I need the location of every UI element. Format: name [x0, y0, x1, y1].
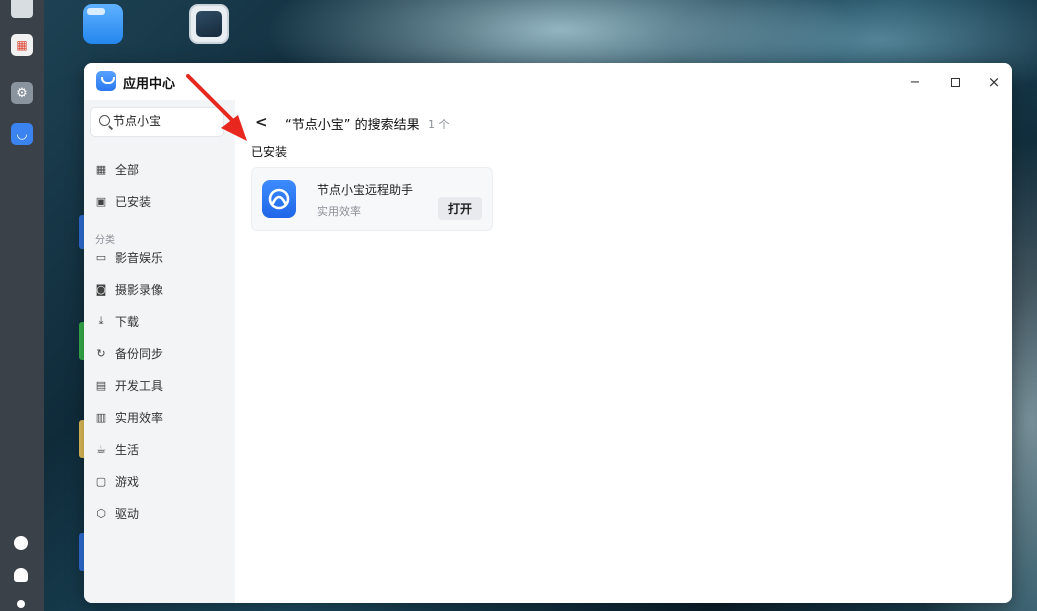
search-icon [99, 115, 110, 126]
download-icon: ⤓ [98, 314, 104, 327]
user-icon[interactable] [17, 600, 25, 608]
maximize-button[interactable] [945, 72, 965, 92]
node-logo-icon [268, 188, 290, 210]
app-center-logo-icon [96, 71, 116, 91]
sidebar-item-label: 影音娱乐 [115, 250, 164, 265]
driver-icon: ⬡ [96, 506, 106, 520]
app-center-icon[interactable]: ◡ [11, 123, 33, 145]
sidebar-item-label: 实用效率 [115, 410, 164, 425]
close-button[interactable]: × [984, 72, 1004, 92]
sidebar-item-label: 全部 [115, 162, 140, 177]
sidebar-item-all[interactable]: ▦ 全部 [95, 160, 139, 178]
sync-icon: ↻ [96, 346, 106, 360]
video-icon: ▭ [95, 250, 107, 264]
help-icon[interactable] [14, 536, 28, 550]
sidebar-item-label: 下载 [115, 314, 140, 329]
utility-icon: ▥ [95, 410, 107, 424]
sidebar-item-label: 备份同步 [115, 346, 164, 361]
sidebar-item-label: 生活 [115, 442, 140, 457]
sidebar-item-download[interactable]: ⤓ 下载 [95, 312, 139, 330]
grid-icon: ▦ [95, 162, 107, 176]
notification-bell-icon[interactable] [14, 568, 28, 582]
camera-icon: ◙ [95, 282, 107, 296]
sidebar-item-sync[interactable]: ↻ 备份同步 [95, 344, 163, 362]
search-result-title: “节点小宝” 的搜索结果 [285, 118, 420, 133]
dev-tools-icon: ▤ [95, 378, 107, 392]
sidebar-item-dev-tools[interactable]: ▤ 开发工具 [95, 376, 163, 394]
window-title: 应用中心 [123, 77, 176, 92]
open-button[interactable]: 打开 [438, 197, 482, 220]
apps-icon[interactable]: ▦ [11, 34, 33, 56]
resource-monitor-desktop-icon[interactable] [189, 4, 229, 44]
search-input[interactable] [113, 113, 213, 127]
sidebar-item-driver[interactable]: ⬡ 驱动 [95, 504, 139, 522]
title-bar: 应用中心 − × [84, 63, 1012, 100]
sidebar-item-camera[interactable]: ◙ 摄影录像 [95, 280, 163, 298]
sidebar-item-utility[interactable]: ▥ 实用效率 [95, 408, 163, 426]
sidebar-item-video[interactable]: ▭ 影音娱乐 [95, 248, 163, 266]
sidebar-item-label: 游戏 [115, 474, 140, 489]
app-name: 节点小宝远程助手 [317, 183, 414, 197]
dock: ▦ ⚙ ◡ [0, 0, 44, 611]
folder-desktop-icon[interactable] [83, 4, 123, 44]
back-button[interactable]: < [255, 113, 268, 131]
sidebar: ▦ 全部 ▣ 已安装 分类 ▭ 影音娱乐 ◙ 摄影录像 ⤓ 下载 ↻ 备份同步 … [84, 100, 235, 603]
sidebar-item-label: 驱动 [115, 506, 140, 521]
main-content: < “节点小宝” 的搜索结果 1 个 已安装 节点小宝远程助手 实用效率 打开 [235, 100, 1012, 603]
game-icon: ▢ [95, 474, 107, 488]
sidebar-item-game[interactable]: ▢ 游戏 [95, 472, 139, 490]
life-icon: ☕ [96, 442, 106, 456]
sidebar-item-label: 摄影录像 [115, 282, 164, 297]
installed-section-heading: 已安装 [251, 145, 288, 159]
app-card[interactable]: 节点小宝远程助手 实用效率 打开 [251, 167, 493, 231]
monitor-icon[interactable] [11, 0, 33, 18]
category-heading: 分类 [95, 235, 115, 246]
app-category: 实用效率 [317, 205, 361, 218]
search-box[interactable] [90, 107, 224, 137]
sidebar-item-label: 已安装 [115, 194, 152, 209]
sidebar-item-label: 开发工具 [115, 378, 164, 393]
app-center-window: 应用中心 − × ▦ 全部 ▣ 已安装 分类 ▭ 影音娱乐 ◙ 摄影录像 ⤓ 下… [84, 63, 1012, 603]
result-count: 1 个 [428, 118, 450, 131]
app-logo-icon [262, 180, 296, 218]
sidebar-item-installed[interactable]: ▣ 已安装 [95, 192, 151, 210]
maximize-icon [950, 77, 960, 87]
sidebar-item-life[interactable]: ☕ 生活 [95, 440, 139, 458]
installed-icon: ▣ [95, 194, 107, 208]
minimize-button[interactable]: − [905, 72, 925, 92]
settings-gear-icon[interactable]: ⚙ [11, 82, 33, 104]
